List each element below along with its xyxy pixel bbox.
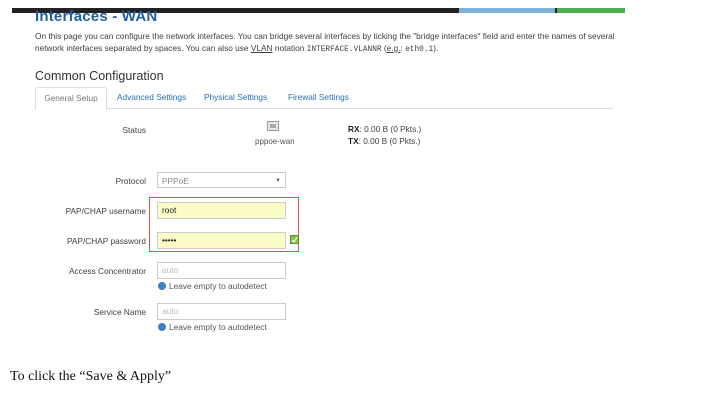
instruction-caption: To click the “Save & Apply” — [10, 369, 172, 384]
description-end: ). — [433, 43, 439, 53]
access-concentrator-input[interactable]: auto — [157, 262, 286, 279]
tx-value: : 0.00 B (0 Pkts.) — [358, 136, 421, 146]
tab-general-setup[interactable]: General Setup — [35, 87, 107, 110]
description-mono-example: eth0.1 — [405, 46, 434, 54]
rx-label: RX — [348, 124, 360, 134]
top-bar-segment-blue — [459, 8, 555, 13]
page-title: Interfaces - WAN — [35, 8, 158, 25]
tab-firewall-settings[interactable]: Firewall Settings — [288, 87, 349, 108]
vlan-abbr: VLAN — [250, 43, 273, 53]
status-label: Status — [122, 125, 146, 135]
description-mono-interface: INTERFACE.VLANNR — [306, 46, 382, 54]
protocol-select[interactable]: PPPoE ▼ — [157, 172, 286, 188]
tab-advanced-settings[interactable]: Advanced Settings — [117, 87, 186, 108]
access-concentrator-label: Access Concentrator — [68, 266, 146, 276]
info-icon — [158, 323, 166, 331]
service-name-input[interactable]: auto — [157, 303, 286, 320]
description-eg: e.g. — [386, 43, 401, 53]
tx-label: TX — [348, 136, 359, 146]
page-description: On this page you can configure the netwo… — [35, 30, 615, 56]
access-concentrator-hint-text: Leave empty to autodetect — [169, 281, 267, 291]
description-notation: notation — [272, 43, 307, 53]
info-icon — [158, 282, 166, 290]
password-field[interactable]: ••••• — [157, 232, 286, 249]
reveal-password-icon[interactable] — [290, 235, 299, 244]
tabs-divider — [35, 108, 613, 109]
password-label: PAP/CHAP password — [66, 236, 146, 246]
network-port-icon — [267, 121, 279, 131]
service-name-label: Service Name — [93, 307, 146, 317]
username-field[interactable]: root — [157, 202, 286, 219]
status-rx: RX: 0.00 B (0 Pkts.) — [348, 124, 421, 134]
description-line2: network interfaces separated by spaces. … — [35, 43, 251, 53]
access-concentrator-hint: Leave empty to autodetect — [158, 281, 267, 291]
section-title: Common Configuration — [35, 69, 164, 83]
status-tx: TX: 0.00 B (0 Pkts.) — [348, 136, 420, 146]
service-name-hint-text: Leave empty to autodetect — [169, 322, 267, 332]
status-device-name: pppoe-wan — [255, 137, 295, 146]
tab-physical-settings[interactable]: Physical Settings — [204, 87, 267, 108]
username-label: PAP/CHAP username — [65, 206, 146, 216]
top-bar-segment-green — [557, 8, 625, 13]
rx-value: : 0.00 B (0 Pkts.) — [359, 124, 422, 134]
chevron-down-icon: ▼ — [275, 178, 281, 184]
protocol-label: Protocol — [115, 176, 146, 186]
description-line1: On this page you can configure the netwo… — [35, 31, 615, 41]
protocol-selected-value: PPPoE — [162, 176, 189, 186]
service-name-hint: Leave empty to autodetect — [158, 322, 267, 332]
